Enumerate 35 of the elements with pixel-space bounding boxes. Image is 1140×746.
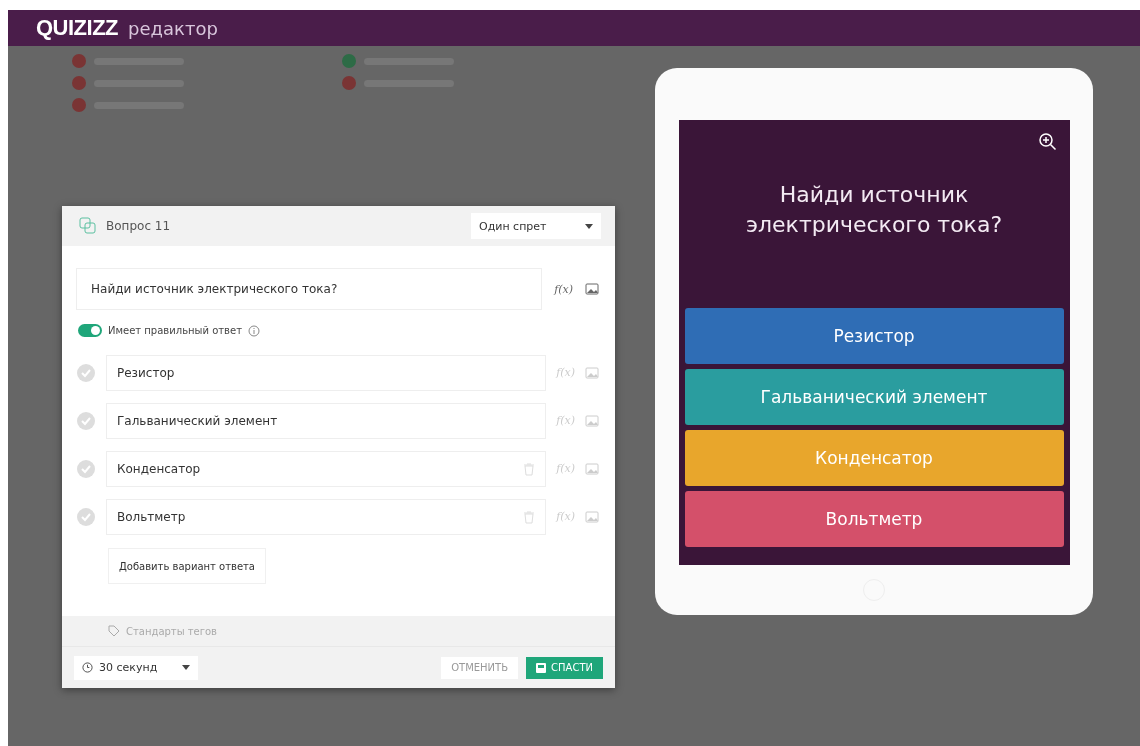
- toggle-label: Имеет правильный ответ: [108, 325, 242, 336]
- question-field[interactable]: Найди источник электрического тока?: [76, 268, 543, 310]
- answer-option[interactable]: Вольтметр: [684, 491, 1064, 547]
- add-answer-button[interactable]: Добавить вариант ответа: [108, 548, 266, 584]
- image-icon[interactable]: [585, 282, 599, 296]
- logo: QUIZIZZ: [36, 15, 119, 41]
- question-number: Вопрос 11: [106, 219, 172, 233]
- correct-check[interactable]: [76, 362, 96, 383]
- cancel-button[interactable]: ОТМЕНИТЬ: [441, 656, 519, 679]
- answer-option[interactable]: Гальванический элемент: [684, 369, 1064, 425]
- toggle-switch[interactable]: [78, 324, 102, 337]
- answer-field[interactable]: Резистор: [106, 354, 547, 391]
- trash-icon[interactable]: [522, 509, 537, 524]
- clock-icon: [82, 662, 93, 673]
- question-type-select[interactable]: Один спрет: [471, 213, 601, 239]
- caret-icon: [182, 665, 190, 670]
- caret-icon: [585, 223, 593, 229]
- correct-check[interactable]: [76, 410, 96, 431]
- trash-icon[interactable]: [522, 461, 537, 476]
- zoom-in-icon[interactable]: [1037, 132, 1058, 152]
- questions-icon: [78, 216, 98, 236]
- correct-check[interactable]: [76, 506, 96, 527]
- formula-button[interactable]: f(x): [554, 282, 573, 296]
- page-title: редактор: [128, 17, 218, 39]
- save-button[interactable]: СПАСТИ: [526, 656, 603, 679]
- save-icon: [536, 662, 547, 673]
- answer-field[interactable]: Конденсатор: [106, 450, 547, 487]
- tag-icon: [108, 625, 120, 637]
- answer-field[interactable]: Вольтметр: [106, 498, 547, 535]
- answer-field[interactable]: Гальванический элемент: [106, 402, 547, 439]
- answer-option[interactable]: Резистор: [684, 308, 1064, 364]
- preview-question: Найди источник электрического тока?: [744, 181, 1004, 239]
- info-icon[interactable]: [247, 324, 260, 337]
- time-select[interactable]: 30 секунд: [74, 655, 198, 680]
- correct-check[interactable]: [76, 458, 96, 479]
